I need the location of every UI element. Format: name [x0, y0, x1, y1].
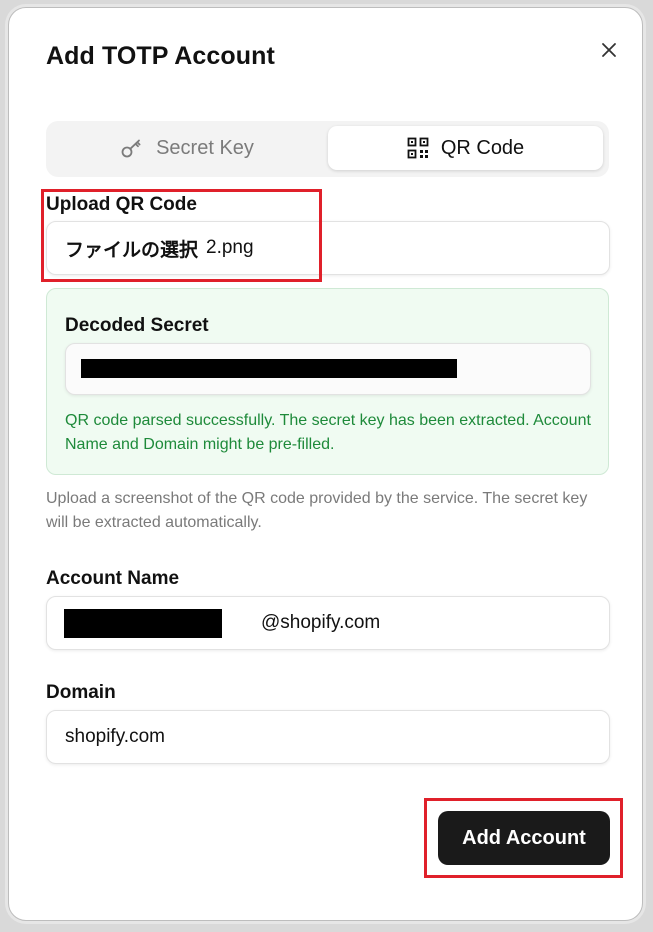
domain-value: shopify.com	[65, 726, 165, 747]
account-name-label: Account Name	[46, 568, 180, 589]
tab-secret-key[interactable]: Secret Key	[51, 126, 323, 170]
upload-help-text: Upload a screenshot of the QR code provi…	[46, 490, 588, 531]
dialog-title: Add TOTP Account	[46, 42, 275, 70]
decoded-secret-label: Decoded Secret	[65, 315, 209, 336]
tab-secret-key-label: Secret Key	[156, 136, 254, 159]
account-name-value: @shopify.com	[261, 612, 381, 633]
add-totp-dialog: Add TOTP Account Secret Key QR Code Uplo…	[8, 7, 643, 921]
decoded-secret-field	[65, 343, 591, 395]
close-button[interactable]	[597, 38, 621, 62]
redacted-secret	[81, 359, 457, 378]
domain-input[interactable]: shopify.com	[46, 710, 610, 764]
upload-qr-label: Upload QR Code	[46, 194, 197, 215]
choose-file-button[interactable]: ファイルの選択	[65, 235, 198, 262]
qr-code-icon	[407, 137, 429, 159]
account-name-input[interactable]: @shopify.com	[46, 596, 610, 650]
redacted-account-name	[64, 609, 222, 638]
parse-success-message: QR code parsed successfully. The secret …	[65, 412, 591, 453]
qr-file-input[interactable]: ファイルの選択 2.png	[46, 221, 610, 275]
close-icon	[602, 43, 616, 57]
mode-tabs: Secret Key QR Code	[46, 121, 609, 177]
selected-file-name: 2.png	[206, 237, 254, 258]
add-account-button[interactable]: Add Account	[438, 811, 610, 865]
key-icon	[121, 139, 141, 158]
tab-qr-code[interactable]: QR Code	[328, 126, 603, 170]
tab-qr-code-label: QR Code	[440, 136, 525, 159]
domain-label: Domain	[46, 682, 116, 703]
